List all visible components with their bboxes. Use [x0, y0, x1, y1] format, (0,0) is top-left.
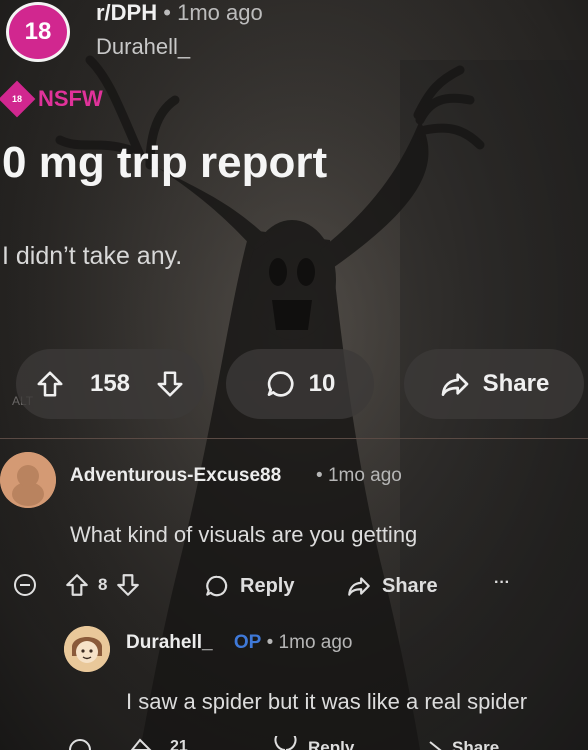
reply-label: Reply	[240, 574, 295, 597]
comment-icon	[265, 368, 297, 400]
op-avatar[interactable]	[64, 626, 110, 672]
subreddit-name[interactable]: r/DPH	[96, 0, 157, 25]
share-icon	[346, 573, 372, 599]
share-label: Share	[382, 574, 438, 597]
section-divider	[0, 438, 588, 439]
upvote-icon	[130, 738, 152, 750]
collapse-icon[interactable]	[14, 574, 36, 596]
reply-meta: Durahell_ OP • 1mo ago	[126, 632, 353, 654]
meta-separator: •	[266, 632, 274, 653]
collapse-icon	[69, 739, 91, 750]
post-body: I didn’t take any.	[2, 242, 183, 270]
reply-actions-cutoff: 21 Reply Share	[0, 736, 588, 750]
comment-icon	[204, 573, 230, 599]
nsfw-icon: 18	[0, 80, 36, 118]
nsfw-flair: 18 NSFW	[0, 80, 103, 118]
upvote-icon[interactable]	[64, 572, 90, 598]
post-age: 1mo ago	[177, 0, 263, 25]
reply-share-label[interactable]: Share	[452, 738, 499, 750]
reply-score: 21	[170, 738, 188, 750]
comment-score: 8	[98, 575, 108, 594]
vote-bar: 158	[16, 349, 204, 419]
share-icon	[439, 368, 471, 400]
meta-separator: •	[163, 0, 171, 25]
commenter-avatar[interactable]	[0, 452, 56, 508]
share-label: Share	[482, 370, 550, 397]
reply-age: 1mo ago	[278, 632, 353, 653]
comment-count: 10	[308, 370, 336, 397]
meta-separator: •	[316, 465, 323, 486]
comment-actions: 8	[64, 572, 141, 598]
post-author[interactable]: Durahell_	[96, 34, 190, 60]
nsfw-icon-text: 18	[11, 93, 23, 104]
reply-button[interactable]: Reply	[204, 573, 294, 599]
post-meta: r/DPH • 1mo ago	[96, 0, 263, 26]
upvote-icon[interactable]	[35, 369, 65, 399]
reply-author[interactable]: Durahell_	[126, 632, 213, 653]
comment-age: 1mo ago	[327, 465, 402, 486]
reply-reply-label[interactable]: Reply	[308, 738, 354, 750]
comment-author[interactable]: Adventurous-Excuse88	[70, 465, 281, 487]
downvote-icon[interactable]	[155, 369, 185, 399]
reply-text: I saw a spider but it was like a real sp…	[126, 689, 528, 714]
downvote-icon[interactable]	[115, 572, 141, 598]
share-icon	[429, 741, 442, 750]
comments-button[interactable]: 10	[226, 349, 374, 419]
subreddit-icon-text: 18	[24, 18, 52, 45]
op-tag: OP	[233, 632, 262, 653]
subreddit-icon[interactable]: 18	[6, 2, 70, 62]
nsfw-label: NSFW	[38, 86, 103, 111]
comment-share-button[interactable]: Share	[346, 573, 438, 599]
share-button[interactable]: Share	[404, 349, 584, 419]
comment-meta: • 1mo ago	[316, 465, 402, 487]
comment-icon	[274, 736, 297, 750]
more-icon[interactable]: ···	[494, 574, 510, 592]
comment-text: What kind of visuals are you getting	[70, 522, 418, 547]
post-title[interactable]: 0 mg trip report	[2, 138, 327, 188]
upvote-count: 158	[89, 370, 131, 397]
